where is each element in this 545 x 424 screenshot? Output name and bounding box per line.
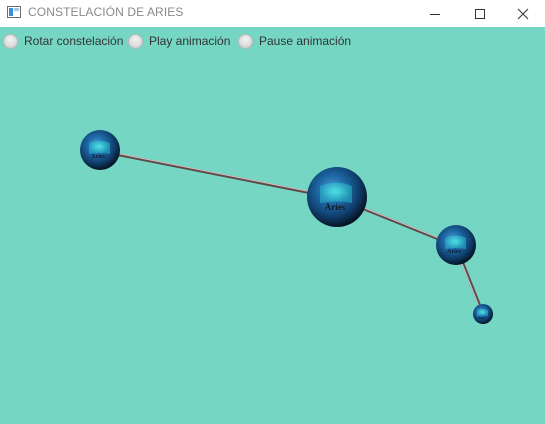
pause-animation-radio[interactable]: Pause animación xyxy=(238,32,351,50)
minimize-icon xyxy=(430,13,440,15)
java-app-icon xyxy=(7,6,21,18)
close-icon xyxy=(517,8,529,19)
radio-circle[interactable] xyxy=(3,33,18,49)
constellation-lines xyxy=(99,149,485,315)
options-toolbar: Rotar constelación Play animación Pause … xyxy=(0,27,545,55)
rotate-constellation-label: Rotar constelación xyxy=(24,34,124,48)
close-button[interactable] xyxy=(500,0,545,27)
minimize-button[interactable] xyxy=(412,0,458,27)
maximize-icon xyxy=(475,8,485,19)
maximize-button[interactable] xyxy=(457,0,503,27)
star-label: Aries xyxy=(325,202,346,212)
star-sphere[interactable]: Aries xyxy=(473,304,493,324)
window-title: CONSTELACIÓN DE ARIES xyxy=(28,5,184,19)
radio-circle[interactable] xyxy=(238,33,253,49)
star-label: Aries xyxy=(91,154,105,160)
constellation-scene[interactable]: Aries Aries Aries Aries xyxy=(0,55,545,424)
star-label: Aries xyxy=(479,316,487,320)
rotate-constellation-radio[interactable]: Rotar constelación xyxy=(3,32,123,50)
play-animation-radio[interactable]: Play animación xyxy=(128,32,230,50)
star-label: Aries xyxy=(447,249,461,255)
play-animation-label: Play animación xyxy=(149,34,231,48)
star-sphere[interactable]: Aries xyxy=(80,130,120,170)
title-bar[interactable]: CONSTELACIÓN DE ARIES xyxy=(0,0,545,27)
constellation-line-highlight xyxy=(99,149,338,198)
star-sphere[interactable]: Aries xyxy=(307,167,367,227)
app-window: CONSTELACIÓN DE ARIES Rotar constelación… xyxy=(0,0,545,424)
star-sphere[interactable]: Aries xyxy=(436,225,476,265)
pause-animation-label: Pause animación xyxy=(259,34,352,48)
constellation-line xyxy=(99,149,338,200)
radio-circle[interactable] xyxy=(128,33,143,49)
